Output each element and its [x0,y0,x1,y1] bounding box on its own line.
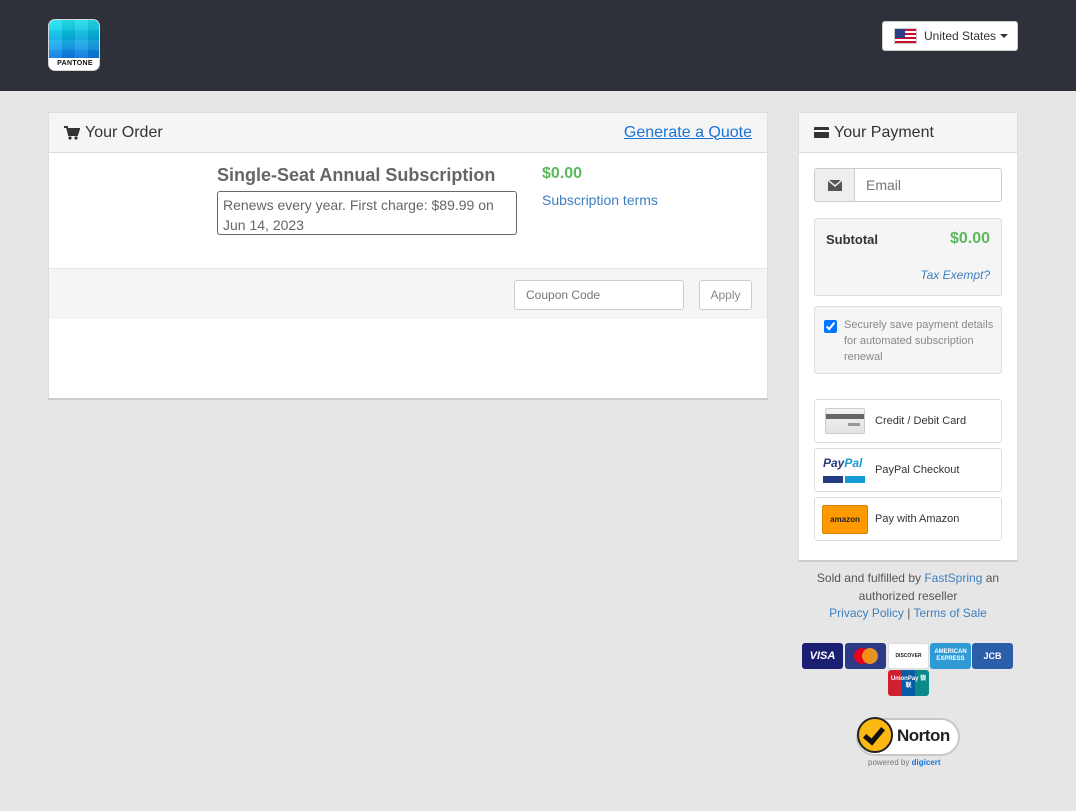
save-payment-checkbox[interactable] [824,320,837,333]
visa-logo: VISA [802,643,843,669]
country-selector[interactable]: United States [882,21,1018,51]
credit-card-logo [821,406,869,436]
privacy-policy-link[interactable]: Privacy Policy [829,606,904,620]
sold-by-prefix: Sold and fulfilled by [816,571,921,585]
save-payment-box: Securely save payment details for automa… [814,306,1002,374]
credit-card-icon [814,127,829,138]
terms-of-sale-link[interactable]: Terms of Sale [913,606,986,620]
seller-info: Sold and fulfilled by FastSpring an auth… [798,570,1018,623]
discover-logo: DISCOVER [888,643,929,669]
subtotal-label: Subtotal [826,232,878,247]
paypal-option[interactable]: PayPal PayPal Checkout [814,448,1002,492]
mastercard-logo [845,643,886,669]
footer-separator: | [907,606,911,620]
email-input[interactable] [854,168,1002,202]
subscription-terms-link[interactable]: Subscription terms [542,192,658,208]
renewal-info: Renews every year. First charge: $89.99 … [217,191,517,235]
paypal-label: PayPal Checkout [875,464,960,476]
paypal-logo-wrap: PayPal [821,455,869,485]
payment-title-text: Your Payment [834,123,934,141]
paypal-logo: PayPal [822,456,868,484]
credit-card-icon [825,408,865,434]
coupon-row: Apply [49,268,767,319]
pantone-logo: PANTONE [48,19,100,71]
product-price: $0.00 [542,165,583,182]
product-name: Single-Seat Annual Subscription [217,165,496,185]
subtotal-value: $0.00 [949,230,990,247]
coupon-code-input[interactable] [514,280,684,310]
norton-badge: Norton powered by digicert [856,714,962,770]
unionpay-logo: UnionPay 银联 [888,670,929,696]
order-panel: Your Order Generate a Quote Single-Seat … [48,112,768,400]
order-title-text: Your Order [85,123,163,141]
shopping-cart-icon [64,125,80,140]
paypal-logo-text: PayPal [823,456,863,470]
amazon-pay-label: Pay with Amazon [875,513,960,525]
email-group [814,168,1002,202]
payment-title: Your Payment [814,124,934,142]
amazon-logo: amazon [822,504,868,534]
order-panel-header: Your Order Generate a Quote [49,113,767,153]
order-title: Your Order [64,124,163,142]
envelope-icon [814,168,854,202]
header-bar: PANTONE United States [0,0,1076,91]
norton-badge-text: Norton [897,726,950,745]
caret-down-icon [1000,34,1009,38]
payment-panel: Your Payment Subtotal $0.00 Tax Exempt? … [798,112,1018,562]
norton-powered-by: powered by digicert [868,758,941,767]
amex-logo: AMERICAN EXPRESS [930,643,971,669]
us-flag-icon [894,28,917,44]
generate-quote-link[interactable]: Generate a Quote [624,124,752,142]
tax-exempt-link[interactable]: Tax Exempt? [920,268,990,282]
payment-panel-header: Your Payment [799,113,1017,153]
norton-check-icon [857,717,893,753]
pantone-logo-swatch [49,20,99,58]
country-selector-label: United States [924,29,997,43]
pantone-logo-text: PANTONE [57,60,93,67]
subtotal-box: Subtotal $0.00 Tax Exempt? [814,218,1002,296]
fastspring-link[interactable]: FastSpring [924,571,982,585]
amazon-logo-wrap: amazon [821,504,869,534]
amazon-pay-option[interactable]: amazon Pay with Amazon [814,497,1002,541]
jcb-logo: JCB [972,643,1013,669]
credit-card-label: Credit / Debit Card [875,415,967,427]
apply-coupon-button[interactable]: Apply [699,280,752,310]
credit-card-option[interactable]: Credit / Debit Card [814,399,1002,443]
save-payment-label: Securely save payment details for automa… [844,319,994,363]
